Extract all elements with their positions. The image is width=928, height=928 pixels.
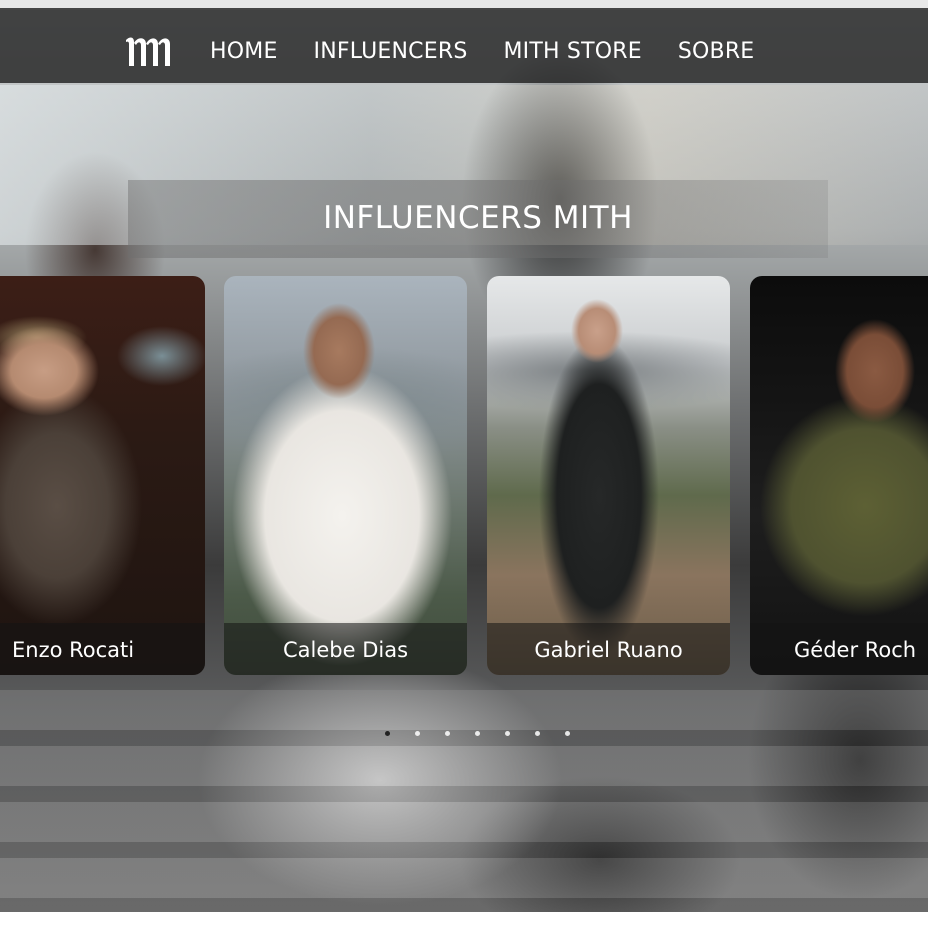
mith-logo-icon[interactable] bbox=[124, 34, 174, 70]
nav-link-mith-store[interactable]: MITH STORE bbox=[503, 38, 641, 66]
nav-link-sobre[interactable]: SOBRE bbox=[678, 38, 755, 66]
carousel-dot[interactable] bbox=[415, 731, 420, 736]
carousel-dot[interactable] bbox=[385, 731, 390, 736]
influencer-card[interactable]: Géder Roch bbox=[750, 276, 928, 675]
influencer-name: Enzo Rocati bbox=[12, 638, 135, 662]
nav-link-influencers[interactable]: INFLUENCERS bbox=[314, 38, 468, 66]
carousel-dot[interactable] bbox=[475, 731, 480, 736]
carousel-dot[interactable] bbox=[535, 731, 540, 736]
section-title-bar: INFLUENCERS MITH bbox=[128, 180, 828, 258]
carousel-dots bbox=[385, 731, 570, 736]
influencer-photo bbox=[750, 276, 928, 675]
influencer-card[interactable]: Calebe Dias bbox=[224, 276, 467, 675]
navbar: HOME INFLUENCERS MITH STORE SOBRE bbox=[0, 8, 928, 83]
section-title: INFLUENCERS MITH bbox=[323, 200, 633, 236]
page: HOME INFLUENCERS MITH STORE SOBRE INFLUE… bbox=[0, 0, 928, 928]
mith-logo-svg bbox=[126, 37, 170, 66]
nav-links: HOME INFLUENCERS MITH STORE SOBRE bbox=[210, 38, 754, 66]
influencer-photo bbox=[0, 276, 205, 675]
influencer-card[interactable]: Enzo Rocati bbox=[0, 276, 205, 675]
carousel-dot[interactable] bbox=[445, 731, 450, 736]
influencer-card[interactable]: Gabriel Ruano bbox=[487, 276, 730, 675]
carousel-dot[interactable] bbox=[505, 731, 510, 736]
background-steps bbox=[0, 690, 928, 912]
carousel-dot[interactable] bbox=[565, 731, 570, 736]
influencer-photo bbox=[487, 276, 730, 675]
bottom-strip bbox=[0, 912, 928, 928]
nav-link-home[interactable]: HOME bbox=[210, 38, 278, 66]
influencer-name: Géder Roch bbox=[794, 638, 917, 662]
influencer-name: Gabriel Ruano bbox=[534, 638, 683, 662]
influencer-photo bbox=[224, 276, 467, 675]
influencer-name: Calebe Dias bbox=[282, 638, 409, 662]
